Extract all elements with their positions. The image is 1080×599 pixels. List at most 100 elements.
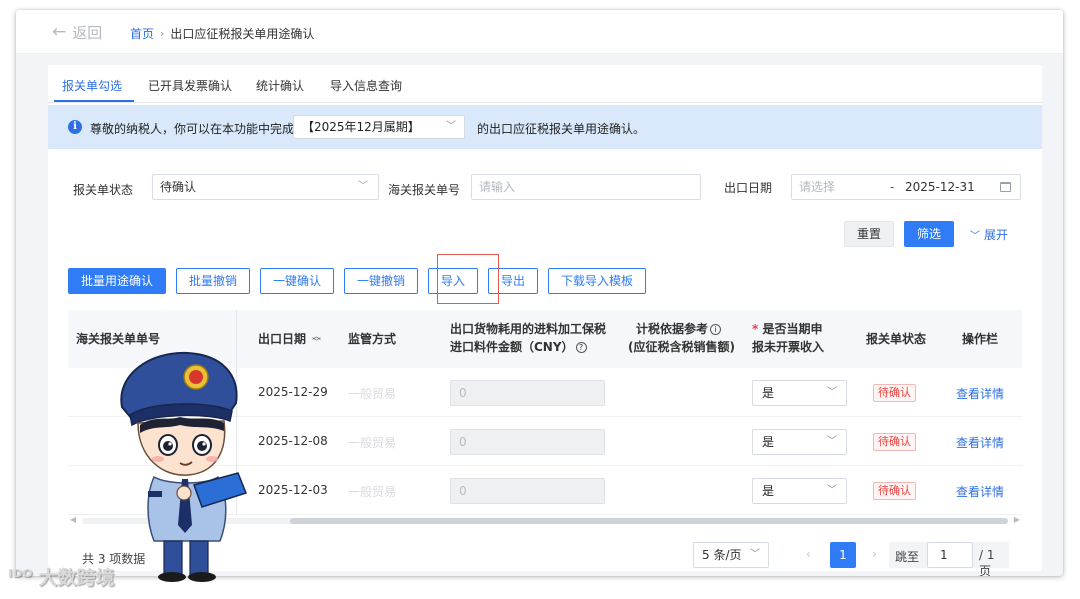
batch-revoke-button[interactable]: 批量撤销: [176, 268, 250, 294]
cell-export-date: 2025-12-08: [258, 434, 328, 448]
arrow-left-icon: ←: [52, 22, 67, 42]
cell-uninvoiced-value: 是: [762, 484, 775, 498]
cell-uninvoiced-select[interactable]: 是 ﹀: [752, 429, 847, 455]
cell-supervision: 一般贸易: [348, 436, 397, 450]
col-uninvoiced: * 是否当期申 报未开票收入: [752, 320, 824, 356]
status-filter-value: 待确认: [160, 180, 197, 194]
cell-uninvoiced-select[interactable]: 是 ﹀: [752, 380, 847, 406]
one-click-confirm-button[interactable]: 一键确认: [260, 268, 334, 294]
cell-supervision: 一般贸易: [348, 485, 397, 499]
tab-declaration-select[interactable]: 报关单勾选: [62, 77, 122, 94]
col-tax-basis: 计税依据参考 i (应征税含税销售额): [628, 320, 735, 356]
scroll-left-icon[interactable]: ◀: [70, 515, 76, 524]
status-filter-label: 报关单状态: [73, 183, 134, 197]
col-uninvoiced-line1: 是否当期申: [762, 322, 823, 336]
required-mark: *: [752, 322, 759, 336]
reset-button[interactable]: 重置: [844, 221, 894, 247]
expand-toggle[interactable]: ﹀ 展开: [970, 226, 1008, 243]
export-date-end: 2025-12-31: [905, 180, 975, 194]
chevron-down-icon: ﹀: [750, 549, 760, 560]
jump-input[interactable]: 1: [927, 542, 973, 568]
one-click-revoke-button[interactable]: 一键撤销: [344, 268, 418, 294]
customs-no-input[interactable]: 请输入: [471, 174, 701, 200]
export-date-label: 出口日期: [724, 181, 773, 195]
active-tab-indicator: [54, 100, 134, 102]
scroll-right-icon[interactable]: ▶: [1014, 515, 1020, 524]
col-amount: 出口货物耗用的进料加工保税 进口料件金额（CNY）?: [450, 320, 606, 356]
view-details-link[interactable]: 查看详情: [956, 483, 1004, 500]
page-jumper: 跳至 1 / 1 页: [889, 542, 1009, 576]
breadcrumb-current: 出口应征税报关单用途确认: [170, 27, 315, 41]
watermark-logo-icon: ᴵᴰᴼ: [8, 565, 33, 588]
col-amount-line2: 进口料件金额（CNY）: [450, 340, 574, 354]
jump-label: 跳至: [895, 550, 920, 564]
cell-uninvoiced-value: 是: [762, 386, 775, 400]
col-export-date[interactable]: 出口日期 ︿ ﹀: [258, 330, 321, 348]
chevron-down-icon: ﹀: [446, 121, 456, 132]
cell-supervision: 一般贸易: [348, 387, 397, 401]
col-ops: 操作栏: [962, 332, 999, 346]
batch-confirm-button[interactable]: 批量用途确认: [68, 268, 166, 294]
col-tax-basis-line1: 计税依据参考: [636, 322, 709, 336]
cell-amount-input: 0: [450, 429, 605, 455]
chevron-down-icon: ﹀: [358, 181, 368, 192]
status-badge: 待确认: [873, 384, 916, 402]
period-select[interactable]: 【2025年12月属期】 ﹀: [293, 115, 465, 139]
tab-statistics-confirm[interactable]: 统计确认: [256, 77, 304, 94]
col-supervision: 监管方式: [348, 332, 397, 346]
download-template-button[interactable]: 下载导入模板: [548, 268, 646, 294]
question-icon[interactable]: ?: [575, 342, 587, 353]
page-size-select[interactable]: 5 条/页 ﹀: [693, 542, 769, 568]
cell-amount-input: 0: [450, 380, 605, 406]
info-circle-icon[interactable]: i: [710, 324, 722, 335]
col-tax-basis-line2: (应征税含税销售额): [628, 340, 735, 354]
total-pages: / 1 页: [979, 548, 995, 576]
col-export-date-label: 出口日期: [258, 332, 307, 346]
export-date-range[interactable]: 请选择 - 2025-12-31: [791, 174, 1021, 200]
chevron-down-icon: ﹀: [827, 485, 837, 496]
view-details-link[interactable]: 查看详情: [956, 385, 1004, 402]
tab-invoiced-confirm[interactable]: 已开具发票确认: [148, 77, 232, 94]
view-details-link[interactable]: 查看详情: [956, 434, 1004, 451]
status-filter-select[interactable]: 待确认 ﹀: [152, 174, 379, 200]
back-button[interactable]: ← 返回: [52, 22, 102, 43]
prev-page-icon[interactable]: ‹: [806, 547, 811, 561]
col-uninvoiced-line2: 报未开票收入: [752, 340, 825, 354]
cell-uninvoiced-value: 是: [762, 435, 775, 449]
calendar-icon: [1000, 182, 1011, 192]
cell-export-date: 2025-12-29: [258, 385, 328, 399]
col-amount-line1: 出口货物耗用的进料加工保税: [450, 322, 607, 336]
tab-import-query[interactable]: 导入信息查询: [330, 77, 402, 94]
info-icon: i: [68, 120, 82, 134]
period-value: 【2025年12月属期】: [302, 120, 420, 134]
status-badge: 待确认: [873, 482, 916, 500]
notice-text-after: 的出口应征税报关单用途确认。: [477, 122, 646, 136]
top-bar: ← 返回 首页 › 出口应征税报关单用途确认: [16, 10, 1063, 54]
breadcrumb: 首页 › 出口应征税报关单用途确认: [130, 25, 314, 42]
chevron-down-icon: ﹀: [970, 231, 980, 242]
chevron-down-icon: ﹀: [827, 436, 837, 447]
scroll-thumb[interactable]: [290, 518, 1008, 524]
page-number-current[interactable]: 1: [830, 542, 856, 568]
watermark-text: 大数跨境: [38, 567, 115, 589]
customs-no-label: 海关报关单号: [388, 183, 461, 197]
col-status: 报关单状态: [866, 332, 927, 346]
notice-text-before: 尊敬的纳税人，你可以在本功能中完成: [90, 122, 295, 136]
sort-icon[interactable]: ︿ ﹀: [312, 332, 321, 347]
chevron-right-icon: ›: [160, 27, 165, 40]
status-badge: 待确认: [873, 433, 916, 451]
cell-amount-input: 0: [450, 478, 605, 504]
next-page-icon[interactable]: ›: [872, 547, 877, 561]
tab-bar: 报关单勾选 已开具发票确认 统计确认 导入信息查询: [48, 65, 1042, 103]
back-label: 返回: [72, 24, 103, 42]
import-highlight-box: [437, 254, 499, 304]
customs-no-placeholder: 请输入: [479, 180, 516, 194]
cell-export-date: 2025-12-03: [258, 483, 328, 497]
chevron-down-icon: ﹀: [827, 387, 837, 398]
watermark: ᴵᴰᴼ 大数跨境: [8, 563, 115, 590]
breadcrumb-home[interactable]: 首页: [130, 25, 154, 42]
cell-uninvoiced-select[interactable]: 是 ﹀: [752, 478, 847, 504]
export-date-start-placeholder: 请选择: [799, 180, 836, 194]
expand-label: 展开: [984, 228, 1009, 242]
filter-button[interactable]: 筛选: [904, 221, 954, 247]
